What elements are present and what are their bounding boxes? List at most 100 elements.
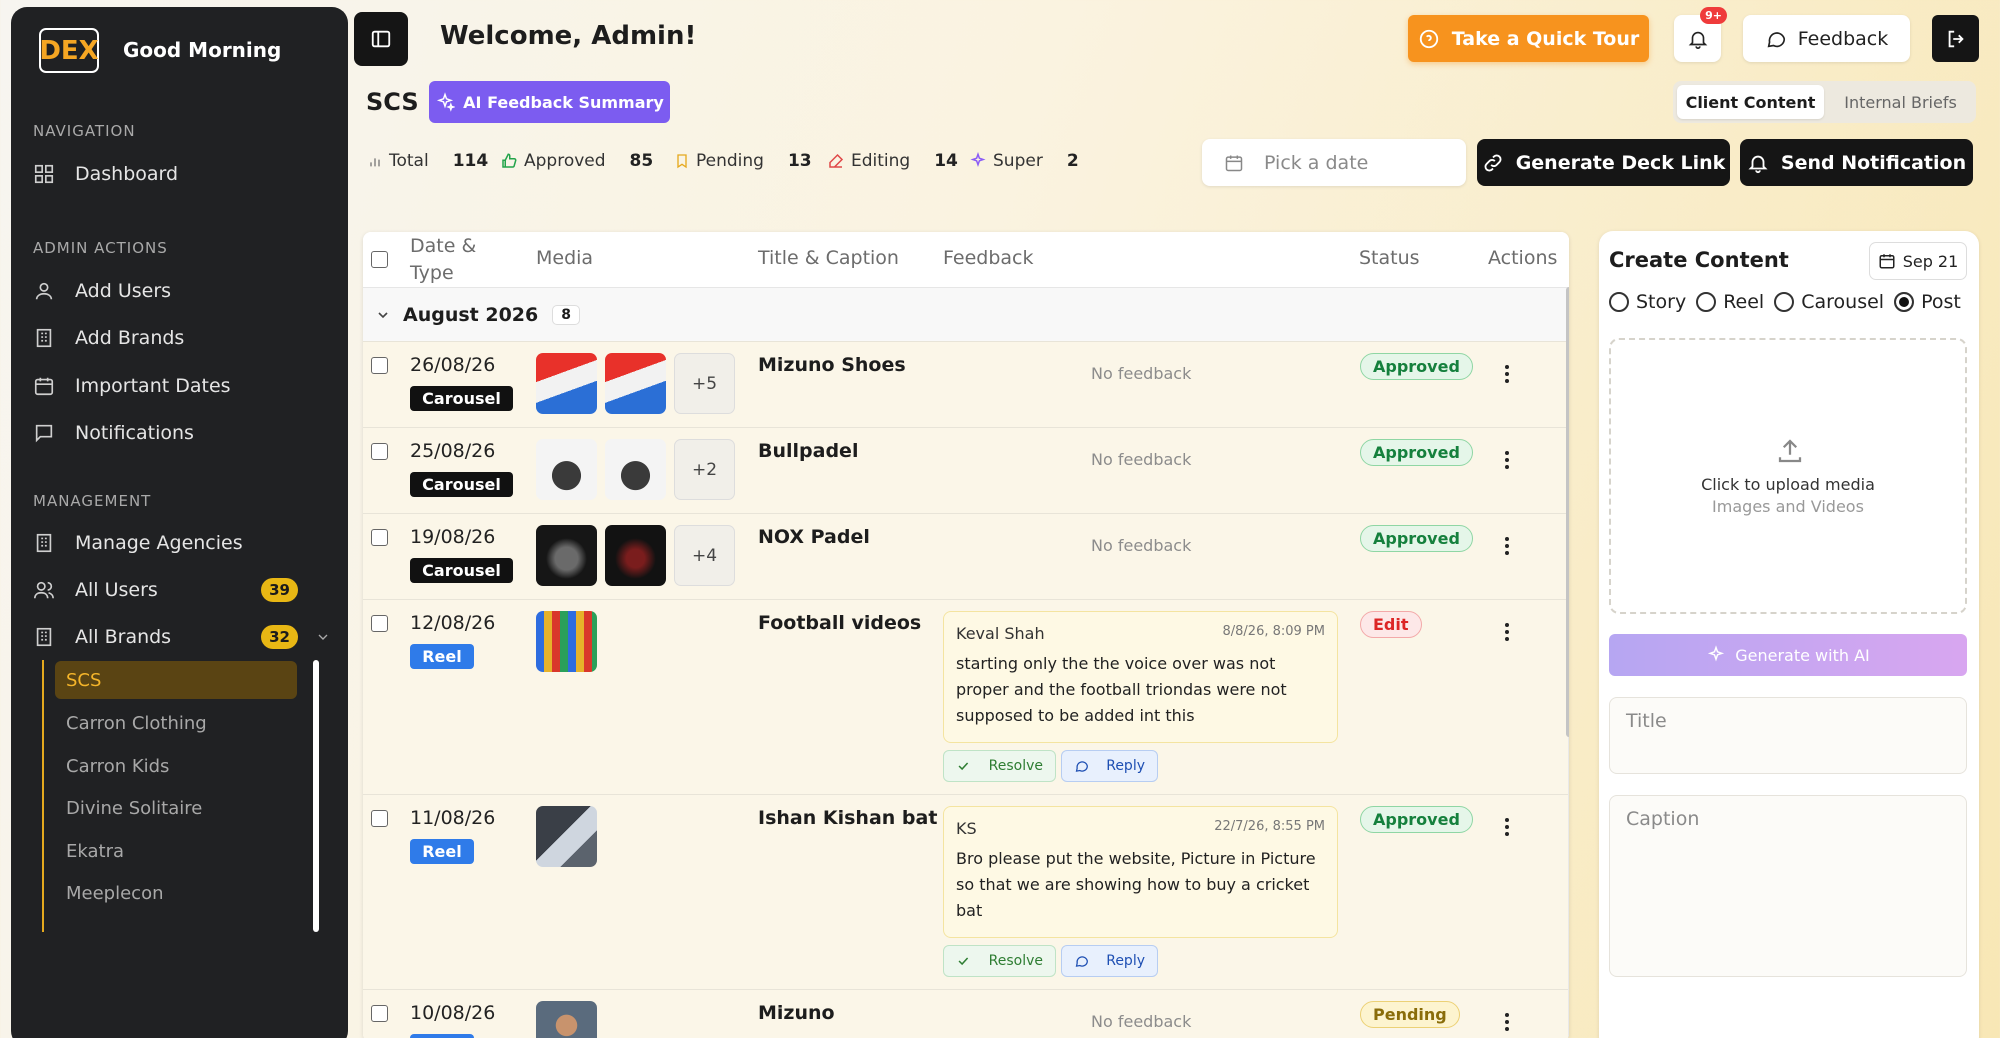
create-content-panel: Create Content Sep 21 Story Reel Carouse… (1599, 231, 1979, 1038)
column-header-title-caption[interactable]: Title & Caption (758, 247, 899, 269)
media-thumbnail[interactable] (536, 525, 597, 586)
select-all-checkbox[interactable] (371, 251, 388, 268)
sidebar-item-dashboard[interactable]: Dashboard (33, 154, 333, 194)
radio-reel[interactable]: Reel (1696, 291, 1764, 313)
more-media-button[interactable]: +4 (674, 525, 735, 586)
more-vertical-icon[interactable] (1504, 817, 1510, 837)
row-checkbox[interactable] (371, 810, 388, 827)
status-badge[interactable]: Approved (1360, 806, 1473, 833)
more-vertical-icon[interactable] (1504, 536, 1510, 556)
generate-deck-link-button[interactable]: Generate Deck Link (1477, 139, 1730, 186)
chevron-down-icon[interactable] (315, 629, 331, 645)
brand-item[interactable]: Carron Kids (55, 747, 297, 785)
tab-internal-briefs[interactable]: Internal Briefs (1829, 85, 1972, 119)
brand-item[interactable]: Divine Solitaire (55, 789, 297, 827)
logout-button[interactable] (1932, 15, 1979, 62)
more-media-button[interactable]: +5 (674, 353, 735, 414)
row-checkbox[interactable] (371, 615, 388, 632)
radio-story[interactable]: Story (1609, 291, 1686, 313)
quick-tour-button[interactable]: Take a Quick Tour (1408, 15, 1649, 62)
content-date-picker[interactable]: Sep 21 (1869, 242, 1967, 280)
brand-list-scrollbar[interactable] (313, 660, 319, 932)
column-header-media[interactable]: Media (536, 247, 593, 269)
more-vertical-icon[interactable] (1504, 364, 1510, 384)
content-table: Date & Type Media Title & Caption Feedbac… (363, 232, 1569, 1038)
more-vertical-icon[interactable] (1504, 622, 1510, 642)
stat-label: Editing (851, 151, 911, 171)
table-row[interactable]: 12/08/26 Reel Football videos Keval Shah… (363, 599, 1569, 794)
resolve-button[interactable]: Resolve (943, 945, 1056, 977)
sidebar-item-add-users[interactable]: Add Users (33, 271, 333, 311)
feedback-time: 22/7/26, 8:55 PM (1214, 819, 1325, 834)
media-thumbnail[interactable] (605, 439, 666, 500)
feedback-label: Feedback (1797, 27, 1889, 50)
row-checkbox[interactable] (371, 1005, 388, 1022)
tab-client-content[interactable]: Client Content (1677, 85, 1824, 119)
media-thumbnail[interactable] (536, 439, 597, 500)
content-date: Sep 21 (1902, 251, 1959, 271)
resolve-label: Resolve (988, 758, 1043, 774)
column-header-actions[interactable]: Actions (1488, 247, 1557, 269)
feedback-button[interactable]: Feedback (1743, 15, 1910, 62)
sparkles-icon (970, 152, 986, 168)
table-row[interactable]: 25/08/26 Carousel +2 Bullpadel No feedba… (363, 427, 1569, 513)
chevron-down-icon[interactable] (375, 307, 391, 323)
table-row[interactable]: 10/08/26 Reel Mizuno No feedback Pending (363, 989, 1569, 1038)
sidebar-item-label: Dashboard (75, 163, 179, 185)
brand-item[interactable]: Carron Clothing (55, 704, 297, 742)
brand-item[interactable]: Meeplecon (55, 874, 297, 912)
sidebar-item-manage-agencies[interactable]: Manage Agencies (33, 523, 333, 563)
media-thumbnail[interactable] (536, 353, 597, 414)
reply-button[interactable]: Reply (1061, 750, 1158, 782)
ai-feedback-summary-label: AI Feedback Summary (463, 92, 664, 112)
date-picker[interactable]: Pick a date (1202, 139, 1466, 186)
table-row[interactable]: 19/08/26 Carousel +4 NOX Padel No feedba… (363, 513, 1569, 599)
more-media-button[interactable]: +2 (674, 439, 735, 500)
sidebar-item-all-users[interactable]: All Users 39 (33, 570, 298, 610)
sidebar-item-notifications[interactable]: Notifications (33, 413, 333, 453)
table-scrollbar[interactable] (1566, 287, 1569, 737)
row-checkbox[interactable] (371, 529, 388, 546)
sidebar-item-important-dates[interactable]: Important Dates (33, 366, 333, 406)
app-logo[interactable]: DEX (39, 28, 99, 73)
table-row[interactable]: 11/08/26 Reel Ishan Kishan bat KS 22/7/26… (363, 794, 1569, 989)
sidebar-item-add-brands[interactable]: Add Brands (33, 318, 333, 358)
brand-item[interactable]: Ekatra (55, 832, 297, 870)
status-badge[interactable]: Edit (1360, 611, 1422, 638)
send-notification-button[interactable]: Send Notification (1740, 139, 1973, 186)
more-vertical-icon[interactable] (1504, 450, 1510, 470)
caption-input[interactable]: Caption (1609, 795, 1967, 977)
media-thumbnail[interactable] (536, 1001, 597, 1038)
ai-feedback-summary-button[interactable]: AI Feedback Summary (429, 81, 670, 123)
content-type-radios: Story Reel Carousel Post (1609, 291, 1971, 313)
radio-carousel[interactable]: Carousel (1774, 291, 1884, 313)
column-header-feedback[interactable]: Feedback (943, 247, 1033, 269)
radio-post[interactable]: Post (1894, 291, 1961, 313)
status-badge[interactable]: Approved (1360, 353, 1473, 380)
reply-button[interactable]: Reply (1061, 945, 1158, 977)
status-badge[interactable]: Pending (1360, 1001, 1460, 1028)
sidebar-toggle-button[interactable] (354, 12, 408, 66)
notifications-button[interactable]: 9+ (1674, 7, 1727, 62)
calendar-icon (1879, 254, 1895, 269)
row-checkbox[interactable] (371, 357, 388, 374)
media-thumbnail[interactable] (605, 353, 666, 414)
column-header-status[interactable]: Status (1359, 247, 1420, 269)
generate-with-ai-button[interactable]: Generate with AI (1609, 634, 1967, 676)
table-row[interactable]: 26/08/26 Carousel +5 Mizuno Shoes No fee… (363, 341, 1569, 427)
status-badge[interactable]: Approved (1360, 439, 1473, 466)
media-thumbnail[interactable] (605, 525, 666, 586)
more-vertical-icon[interactable] (1504, 1012, 1510, 1032)
media-thumbnail[interactable] (536, 611, 597, 672)
media-upload-dropzone[interactable]: Click to upload media Images and Videos (1609, 338, 1967, 614)
media-thumbnail[interactable] (536, 806, 597, 867)
brand-item-scs[interactable]: SCS (55, 661, 297, 699)
resolve-button[interactable]: Resolve (943, 750, 1056, 782)
status-badge[interactable]: Approved (1360, 525, 1473, 552)
create-content-title: Create Content (1609, 248, 1789, 272)
column-header-date-type[interactable]: Date & Type (410, 233, 476, 287)
title-input[interactable]: Title (1609, 697, 1967, 774)
sidebar-item-all-brands[interactable]: All Brands 32 (33, 617, 333, 657)
row-checkbox[interactable] (371, 443, 388, 460)
group-header[interactable]: August 2026 8 (363, 287, 1569, 341)
